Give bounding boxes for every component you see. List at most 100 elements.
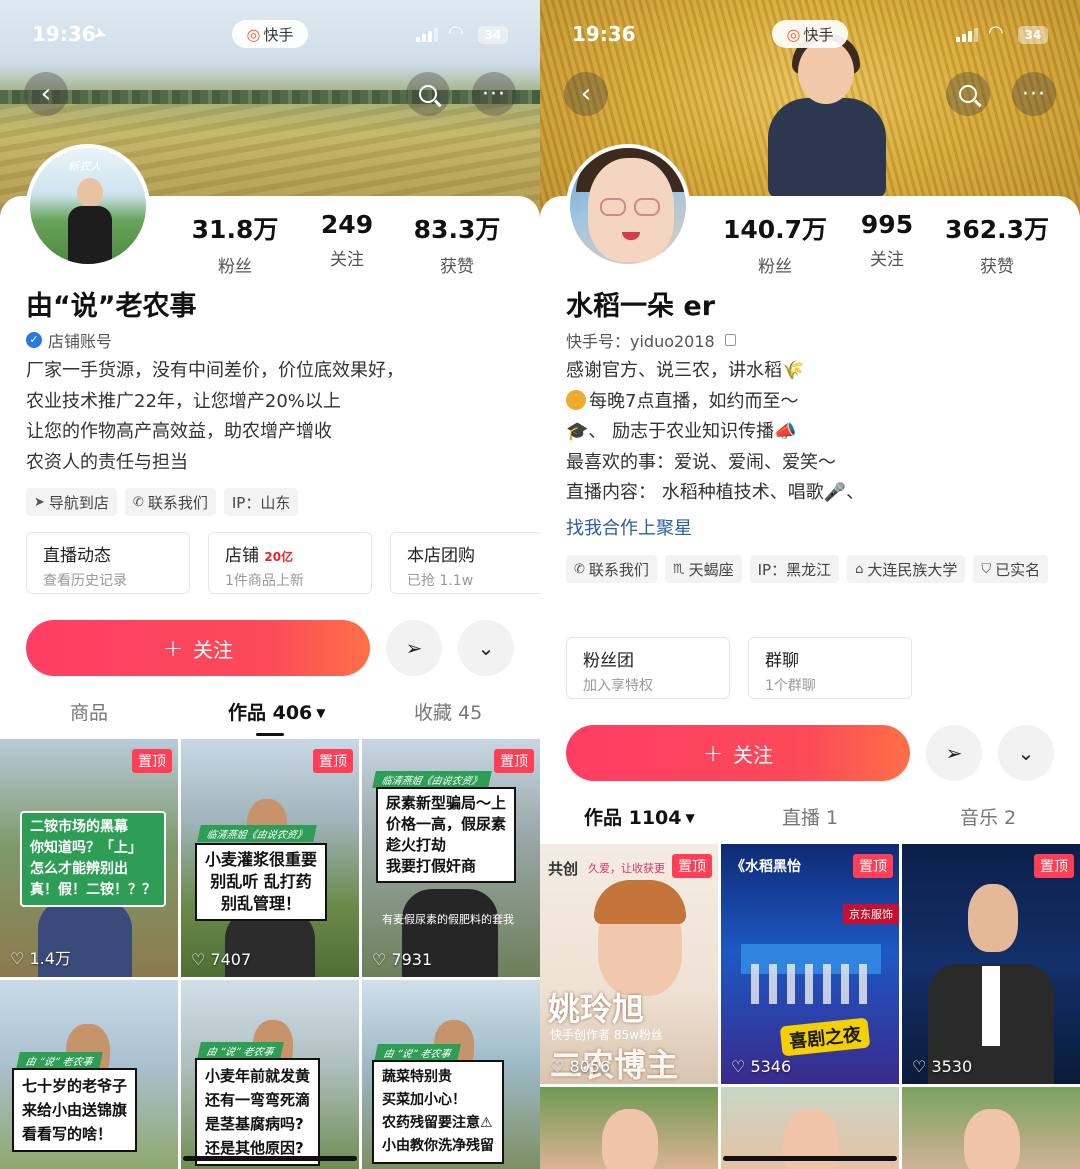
caption-line: 农药残留要注意⚠: [382, 1115, 493, 1131]
signal-icon: [416, 28, 440, 42]
app-brand-pill: ◎ 快手: [772, 20, 848, 48]
stat-label: 关注: [330, 250, 364, 270]
video-tile[interactable]: 置顶 二铵市场的黑幕 你知道吗？「上」 怎么才能辨别出 真！假！二铵！？？ ♡ …: [0, 739, 178, 977]
tab-live[interactable]: 直播 1: [782, 803, 838, 830]
account-id[interactable]: 快手号：yiduo2018: [566, 328, 736, 352]
search-icon: [419, 85, 437, 103]
tab-products[interactable]: 商品: [70, 698, 108, 725]
video-tile[interactable]: [902, 1087, 1080, 1169]
stat-value: 249: [320, 210, 374, 239]
share-button[interactable]: ➢: [926, 725, 982, 781]
video-tile[interactable]: 置顶 临清燕姐《由说农资》 尿素新型骗局～上 价格一高，假尿素 趁火打劫 我要打…: [362, 739, 540, 977]
box-shop[interactable]: 店铺 20亿 1件商品上新: [208, 532, 372, 594]
tab-indicator: [256, 733, 284, 736]
stat-likes[interactable]: 83.3万 获赞: [402, 210, 512, 277]
video-tile[interactable]: 由 “说” 老农事 小麦年前就发黄 还有一弯弯死滴 是茎基腐病吗? 还是其他原因…: [181, 980, 359, 1169]
search-button[interactable]: [406, 72, 450, 116]
back-button[interactable]: ‹: [564, 72, 608, 116]
tab-works[interactable]: 作品 1104 ▼: [584, 803, 695, 830]
video-caption: 七十岁的老爷子 来给小由送锦旗 看看写的啥！: [12, 1068, 138, 1152]
school-icon: ⌂: [855, 561, 864, 577]
home-indicator[interactable]: [723, 1156, 897, 1161]
bio-line: 每晚7点直播，如约而至～: [566, 387, 1066, 418]
box-group-chat[interactable]: 群聊 1个群聊: [748, 637, 912, 699]
avatar[interactable]: 新农人: [26, 144, 150, 268]
wifi-icon: ◠: [448, 22, 464, 43]
tab-music[interactable]: 音乐 2: [960, 803, 1016, 830]
cooperation-link[interactable]: 找我合作上聚星: [566, 514, 692, 540]
more-button[interactable]: ···: [472, 72, 516, 116]
stat-following[interactable]: 995 关注: [832, 210, 942, 270]
profile-name: 由“说”老农事: [26, 291, 197, 322]
kuaishou-logo-icon: ◎: [246, 24, 261, 44]
like-count: ♡ 1.4万: [10, 949, 71, 968]
tab-works[interactable]: 作品 406 ▼: [228, 698, 326, 725]
chip-school[interactable]: ⌂ 大连民族大学: [847, 555, 966, 583]
stat-followers[interactable]: 140.7万 粉丝: [720, 210, 830, 277]
chip-label: 大连民族大学: [867, 560, 958, 579]
share-button[interactable]: ➢: [386, 620, 442, 676]
series-ribbon: 由 “说” 老农事: [197, 1042, 284, 1059]
back-button[interactable]: ‹: [24, 72, 68, 116]
box-group-buy[interactable]: 本店团购 已抢 1.1w: [390, 532, 540, 594]
chip-navigate[interactable]: ➤ 导航到店: [26, 488, 117, 516]
box-title: 本店团购: [407, 546, 475, 566]
video-tile[interactable]: 由 “说” 老农事 蔬菜特别贵 买菜加小心！ 农药残留要注意⚠ 小由教你洗净残留: [362, 980, 540, 1169]
video-tile[interactable]: 置顶 ♡ 3530: [902, 844, 1080, 1084]
caption-line: 小由教你洗净残留: [382, 1138, 494, 1154]
stat-likes[interactable]: 362.3万 获赞: [942, 210, 1052, 277]
video-tile[interactable]: 置顶 临清燕姐《由说农资》 小麦灌浆很重要 别乱听 乱打药 别乱管理！ ♡ 74…: [181, 739, 359, 977]
home-indicator[interactable]: [183, 1156, 357, 1161]
app-brand-pill: ◎ 快手: [232, 20, 308, 48]
avatar[interactable]: [566, 144, 690, 268]
series-ribbon: 由 “说” 老农事: [374, 1044, 461, 1061]
chip-verified: ⛉ 已实名: [973, 555, 1049, 583]
pinned-badge: 置顶: [132, 749, 172, 773]
show-logo: 喜剧之夜: [779, 1017, 871, 1057]
stat-label: 获赞: [440, 257, 474, 277]
video-tile[interactable]: 共创 久爱，让收获更 置顶 姚玲旭 快手创作者 85w粉丝 二农博主 ♡ 805…: [540, 844, 718, 1084]
bio-line: 最喜欢的事：爱说、爱闹、爱笑～: [566, 451, 836, 473]
expand-button[interactable]: ⌄: [998, 725, 1054, 781]
sponsor-logo: 京东服饰: [843, 904, 899, 924]
caption-line: 趁火打劫: [386, 836, 447, 854]
overlay-top-text: 久爱，让收获更: [588, 862, 665, 875]
like-value: 7407: [210, 950, 252, 969]
more-button[interactable]: ···: [1012, 72, 1056, 116]
stat-value: 995: [860, 210, 914, 239]
stat-following[interactable]: 249 关注: [292, 210, 402, 270]
search-button[interactable]: [946, 72, 990, 116]
follow-label: 关注: [193, 637, 234, 662]
series-ribbon: 临清燕姐《由说农资》: [372, 771, 492, 788]
caption-line: 来给小由送锦旗: [22, 1101, 128, 1119]
copy-icon[interactable]: [724, 334, 736, 346]
follow-button[interactable]: + 关注: [566, 725, 910, 781]
pinned-badge: 置顶: [494, 749, 534, 773]
like-count: ♡ 5346: [731, 1057, 792, 1076]
caption-line: 小麦灌浆很重要: [205, 850, 318, 869]
box-fan-club[interactable]: 粉丝团 加入享特权: [566, 637, 730, 699]
box-sub: 查看历史记录: [43, 573, 127, 589]
bio: 厂家一手货源，没有中间差价，价位底效果好， 农业技术推广22年，让您增产20%以…: [26, 356, 526, 478]
caption-line: 你知道吗？「上」: [30, 840, 142, 856]
signal-icon: [956, 28, 980, 42]
stat-label: 粉丝: [218, 257, 252, 277]
video-tile[interactable]: 《水稻黑怡 置顶 京东服饰 喜剧之夜 ♡ 5346: [721, 844, 899, 1084]
chip-contact[interactable]: ✆ 联系我们: [566, 555, 657, 583]
send-icon: ➢: [945, 741, 963, 765]
video-tile[interactable]: [540, 1087, 718, 1169]
tab-favorites[interactable]: 收藏 45: [414, 698, 482, 725]
bio-line: 让您的作物高产高效益，助农增产增收: [26, 421, 332, 442]
video-tile[interactable]: 由 “说” 老农事 七十岁的老爷子 来给小由送锦旗 看看写的啥！: [0, 980, 178, 1169]
big-title: 姚玲旭: [548, 990, 645, 1028]
stat-followers[interactable]: 31.8万 粉丝: [180, 210, 290, 277]
caption-line: 小麦年前就发黄: [205, 1067, 311, 1085]
bio: 感谢官方、说三农，讲水稻🌾 每晚7点直播，如约而至～ 🎓、 励志于农业知识传播📣…: [566, 356, 1066, 509]
box-live[interactable]: 直播动态 查看历史记录: [26, 532, 190, 594]
chip-contact[interactable]: ✆ 联系我们: [124, 488, 216, 516]
treeline-decoration: [0, 90, 540, 104]
follow-button[interactable]: + 关注: [26, 620, 370, 676]
box-sub: 1件商品上新: [225, 573, 304, 589]
expand-button[interactable]: ⌄: [458, 620, 514, 676]
profile-panel-left: 19:36 ➤ ◎ 快手 ◠ 34 ‹ ··· 新农人 31.8万 粉丝 249…: [0, 0, 540, 1169]
